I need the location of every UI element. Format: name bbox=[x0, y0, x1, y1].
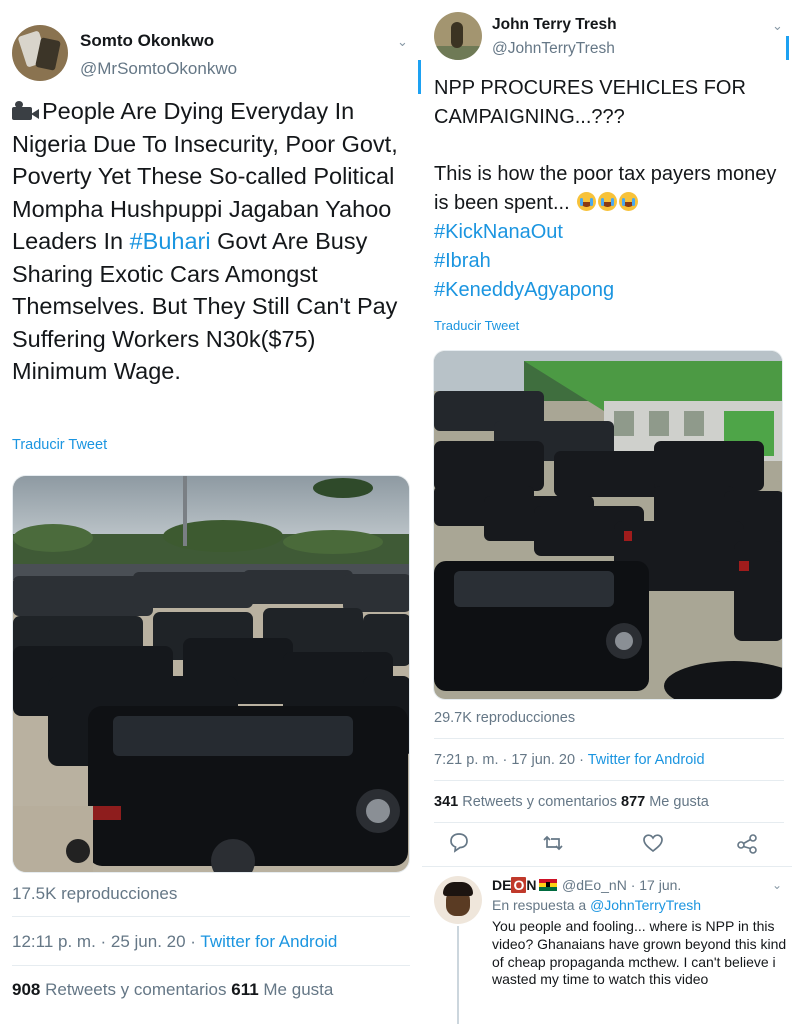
hashtag-link[interactable]: #KickNanaOut bbox=[434, 218, 784, 247]
thread-marker bbox=[786, 36, 789, 60]
thread-line bbox=[457, 926, 459, 1024]
left-tweet: Somto Okonkwo @MrSomtoOkonkwo ⌄ People A… bbox=[0, 0, 420, 1024]
tweet-text: People Are Dying Everyday In Nigeria Due… bbox=[12, 95, 412, 388]
avatar[interactable] bbox=[434, 876, 482, 924]
like-count[interactable]: 611 bbox=[231, 980, 258, 999]
author-handle[interactable]: @MrSomtoOkonkwo bbox=[80, 59, 237, 79]
tweet-timestamp: 7:21 p. m. · 17 jun. 20 · Twitter for An… bbox=[434, 752, 705, 768]
tweet-text: NPP PROCURES VEHICLES FOR CAMPAIGNING...… bbox=[434, 74, 784, 305]
name-part[interactable]: O bbox=[511, 877, 527, 893]
movie-camera-icon bbox=[12, 101, 40, 121]
author-handle[interactable]: @JohnTerryTresh bbox=[492, 40, 615, 58]
divider bbox=[434, 738, 784, 739]
like-count[interactable]: 877 bbox=[621, 794, 645, 810]
view-count: 17.5K reproducciones bbox=[12, 884, 178, 903]
author-name[interactable]: Somto Okonkwo bbox=[80, 31, 214, 51]
divider bbox=[12, 916, 410, 917]
parked-suvs-image bbox=[434, 351, 782, 699]
parked-suvs-image bbox=[13, 476, 409, 872]
translate-link[interactable]: Traducir Tweet bbox=[12, 437, 107, 453]
divider bbox=[434, 780, 784, 781]
heart-icon[interactable] bbox=[640, 830, 666, 856]
reply-author-name[interactable]: DE O N bbox=[492, 877, 560, 893]
reply-text: You people and fooling... where is NPP i… bbox=[492, 918, 787, 988]
reply-author-handle[interactable]: @dEo_nN bbox=[562, 877, 627, 893]
hashtag-link[interactable]: #Buhari bbox=[130, 228, 211, 254]
like-label[interactable]: Me gusta bbox=[259, 980, 333, 999]
tweet-photo[interactable] bbox=[12, 475, 410, 873]
avatar[interactable] bbox=[12, 25, 68, 81]
tweet-timestamp: 12:11 p. m. · 25 jun. 20 · Twitter for A… bbox=[12, 932, 337, 952]
timestamp-text[interactable]: 7:21 p. m. · 17 jun. 20 · bbox=[434, 752, 588, 768]
divider bbox=[12, 965, 410, 966]
replying-to: En respuesta a @JohnTerryTresh bbox=[492, 897, 701, 913]
divider bbox=[434, 822, 784, 823]
divider bbox=[422, 866, 792, 867]
avatar[interactable] bbox=[434, 12, 482, 60]
reply-icon[interactable] bbox=[446, 830, 472, 856]
source-link[interactable]: Twitter for Android bbox=[588, 752, 705, 768]
loudly-crying-face-icon bbox=[598, 192, 618, 211]
share-icon[interactable] bbox=[734, 830, 760, 856]
reply-date[interactable]: · 17 jun. bbox=[627, 877, 682, 893]
chevron-down-icon[interactable]: ⌄ bbox=[397, 34, 408, 50]
name-part[interactable]: DE bbox=[492, 877, 511, 893]
source-link[interactable]: Twitter for Android bbox=[200, 932, 337, 951]
loudly-crying-face-icon bbox=[619, 192, 639, 211]
chevron-down-icon[interactable]: ⌄ bbox=[772, 18, 783, 34]
replying-to-handle[interactable]: @JohnTerryTresh bbox=[590, 897, 701, 913]
ghana-flag-icon bbox=[539, 879, 558, 891]
like-label[interactable]: Me gusta bbox=[645, 794, 709, 810]
tweet-line: This is how the poor tax payers money is… bbox=[434, 160, 784, 218]
thread-marker bbox=[418, 60, 421, 94]
hashtag-link[interactable]: #Ibrah bbox=[434, 247, 784, 276]
tweet-photo[interactable] bbox=[433, 350, 783, 700]
tweet-headline: NPP PROCURES VEHICLES FOR CAMPAIGNING...… bbox=[434, 77, 746, 128]
retweet-count[interactable]: 908 bbox=[12, 980, 40, 999]
retweet-count[interactable]: 341 bbox=[434, 794, 458, 810]
translate-link[interactable]: Traducir Tweet bbox=[434, 318, 519, 333]
chevron-down-icon[interactable]: ⌄ bbox=[772, 878, 782, 892]
timestamp-text[interactable]: 12:11 p. m. · 25 jun. 20 · bbox=[12, 932, 200, 951]
view-count: 29.7K reproducciones bbox=[434, 710, 576, 726]
name-part[interactable]: N bbox=[526, 877, 536, 893]
engagement-stats: 341 Retweets y comentarios 877 Me gusta bbox=[434, 794, 709, 810]
loudly-crying-face-icon bbox=[577, 192, 597, 211]
retweet-label[interactable]: Retweets y comentarios bbox=[458, 794, 621, 810]
engagement-stats: 908 Retweets y comentarios 611 Me gusta bbox=[12, 980, 333, 1000]
right-tweet: John Terry Tresh @JohnTerryTresh ⌄ NPP P… bbox=[418, 0, 792, 1024]
author-name[interactable]: John Terry Tresh bbox=[492, 16, 617, 34]
hashtag-link[interactable]: #KeneddyAgyapong bbox=[434, 276, 784, 305]
retweet-icon[interactable] bbox=[540, 830, 566, 856]
retweet-label[interactable]: Retweets y comentarios bbox=[40, 980, 231, 999]
reply-meta: @dEo_nN · 17 jun. bbox=[562, 877, 681, 893]
replying-to-label: En respuesta a bbox=[492, 897, 591, 913]
